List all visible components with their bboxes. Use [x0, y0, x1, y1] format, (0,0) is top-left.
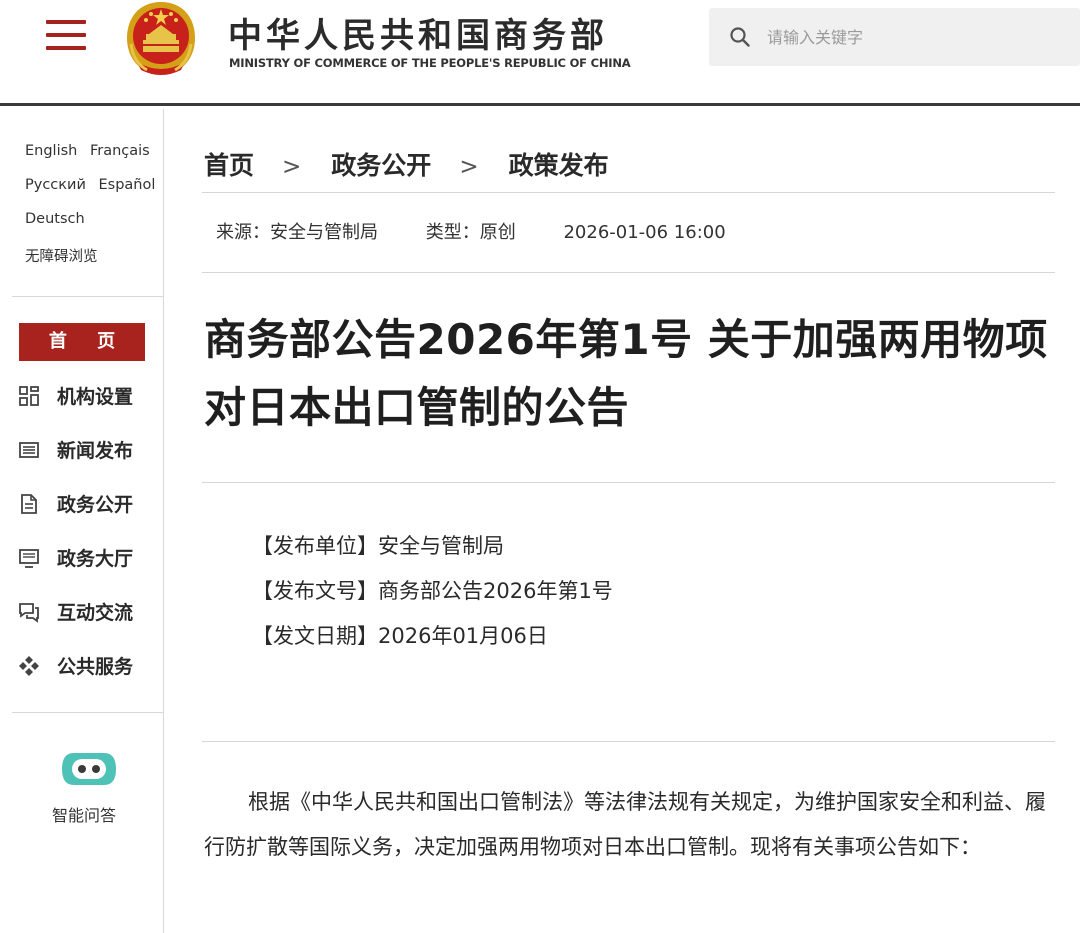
sidebar-divider	[12, 712, 163, 713]
meta-datetime: 2026-01-06 16:00	[563, 222, 726, 243]
title-divider	[202, 482, 1055, 483]
sidebar-item-label: 互动交流	[57, 602, 134, 624]
monitor-icon	[19, 549, 39, 568]
article-title: 商务部公告2026年第1号 关于加强两用物项对日本出口管制的公告	[204, 315, 1048, 432]
sidebar-item-label: 政务公开	[57, 494, 134, 516]
article-meta: 来源：安全与管制局 类型：原创 2026-01-06 16:00	[216, 218, 768, 244]
site-title: 中华人民共和国商务部	[228, 16, 608, 56]
sidebar-item-news[interactable]: 新闻发布	[18, 435, 158, 465]
hamburger-menu-icon[interactable]	[46, 20, 86, 52]
breadcrumb-separator: >	[282, 154, 302, 180]
news-icon	[19, 442, 39, 458]
info-publisher: 【发布单位】安全与管制局	[252, 534, 504, 558]
language-row-3: Deutsch	[25, 211, 93, 227]
language-row-4: 无障碍浏览	[25, 245, 106, 266]
sidebar-item-public-services[interactable]: 公共服务	[18, 651, 158, 681]
breadcrumb-separator: >	[459, 154, 479, 180]
service-icon	[19, 656, 39, 676]
breadcrumb: 首页 > 政务公开 > 政策发布	[204, 146, 609, 182]
sidebar-item-government-affairs[interactable]: 政务公开	[18, 489, 158, 519]
sidebar-item-label: 机构设置	[57, 386, 134, 408]
breadcrumb-home-link[interactable]: 首页	[204, 151, 254, 180]
sidebar-item-organization[interactable]: 机构设置	[18, 381, 158, 411]
breadcrumb-gov-affairs-link[interactable]: 政务公开	[331, 151, 431, 180]
accessibility-link[interactable]: 无障碍浏览	[25, 249, 98, 265]
lang-french-link[interactable]: Français	[90, 143, 150, 159]
site-subtitle: MINISTRY OF COMMERCE OF THE PEOPLE'S REP…	[229, 56, 631, 70]
article-body: 根据《中华人民共和国出口管制法》等法律法规有关规定，为维护国家安全和利益、履行防…	[204, 790, 1046, 859]
home-button[interactable]: 首 页	[19, 323, 145, 361]
grid-icon	[19, 386, 39, 406]
info-divider	[202, 741, 1055, 742]
lang-russian-link[interactable]: Русский	[25, 177, 86, 193]
breadcrumb-policy-link[interactable]: 政策发布	[509, 151, 609, 180]
meta-source: 来源：安全与管制局	[216, 222, 378, 243]
sidebar-divider	[12, 296, 163, 297]
meta-divider	[202, 272, 1055, 273]
breadcrumb-divider	[202, 192, 1055, 193]
lang-english-link[interactable]: English	[25, 143, 77, 159]
info-doc-number: 【发布文号】商务部公告2026年第1号	[252, 579, 613, 603]
info-issue-date: 【发文日期】2026年01月06日	[252, 624, 548, 648]
robot-assistant-icon[interactable]	[60, 749, 118, 789]
national-emblem-icon[interactable]	[121, 0, 201, 80]
meta-type: 类型：原创	[425, 222, 516, 243]
lang-german-link[interactable]: Deutsch	[25, 211, 85, 227]
sidebar-item-service-hall[interactable]: 政务大厅	[18, 543, 158, 573]
language-row-1: English Français	[25, 143, 158, 159]
sidebar: English Français Русский Español Deutsch…	[0, 109, 164, 933]
chat-icon	[19, 603, 39, 623]
sidebar-item-label: 新闻发布	[57, 440, 134, 462]
search-icon[interactable]	[729, 26, 751, 48]
sidebar-item-label: 政务大厅	[57, 548, 134, 570]
search-box	[709, 8, 1080, 66]
assistant-label[interactable]: 智能问答	[52, 802, 116, 826]
site-header: 中华人民共和国商务部 MINISTRY OF COMMERCE OF THE P…	[0, 0, 1080, 106]
language-row-2: Русский Español	[25, 177, 163, 193]
sidebar-item-interaction[interactable]: 互动交流	[18, 597, 158, 627]
sidebar-item-label: 公共服务	[57, 656, 134, 678]
search-input[interactable]	[767, 18, 1067, 56]
lang-spanish-link[interactable]: Español	[98, 177, 155, 193]
document-icon	[21, 494, 37, 514]
